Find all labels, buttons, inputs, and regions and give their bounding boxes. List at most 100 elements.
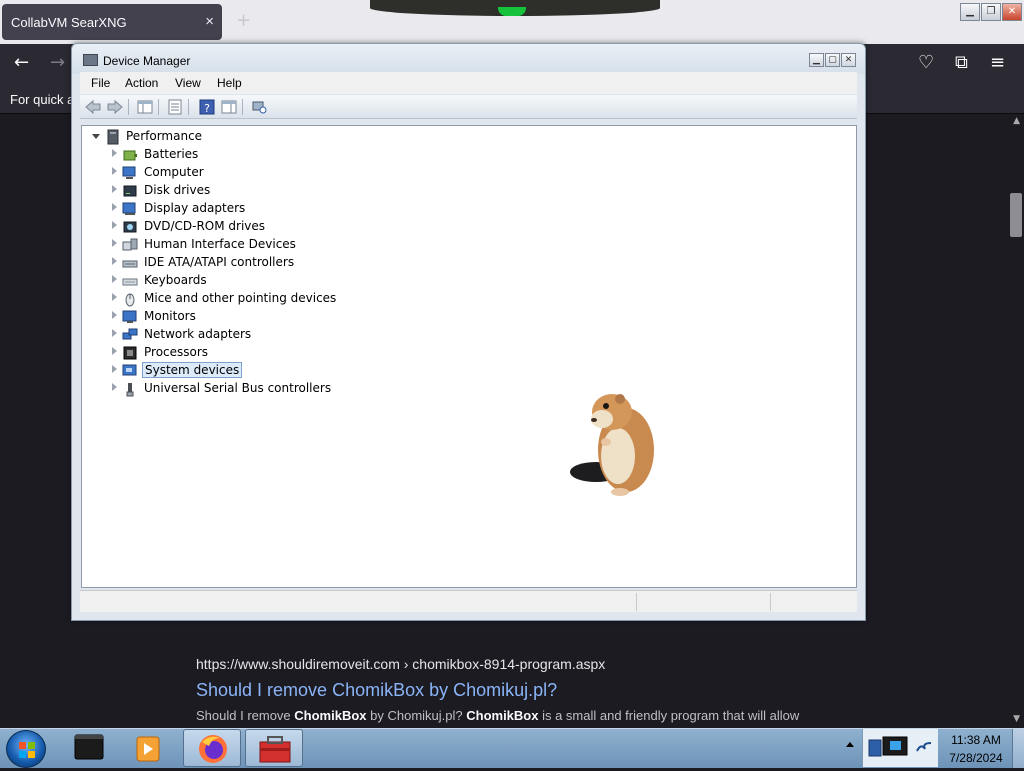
tree-item-label: Universal Serial Bus controllers [144,381,332,395]
show-hide-console-tree-icon[interactable] [136,99,154,115]
expand-arrow-icon[interactable] [112,185,117,193]
device-tree[interactable]: Performance Batteries Computer Disk drives… [81,125,857,588]
toolbar-separator [158,99,159,115]
show-desktop-button[interactable] [1012,729,1024,768]
windows-logo-icon [19,742,35,758]
tree-item-label: Display adapters [144,201,246,215]
keyboard-icon [122,278,138,286]
tree-root-label: Performance [126,129,203,143]
expand-arrow-icon[interactable] [112,239,117,247]
window-controls: ▁ ▢ ✕ [809,53,856,67]
media-player-icon [136,736,160,762]
expand-arrow-icon[interactable] [112,293,117,301]
expand-arrow-icon[interactable] [112,221,117,229]
collapse-arrow-icon[interactable] [92,134,100,139]
tree-item-label: Keyboards [144,273,207,287]
disk-drive-icon [123,185,137,197]
firefox-taskbar-button[interactable] [183,729,241,767]
tree-item-label: Batteries [144,147,199,161]
extensions-icon[interactable]: ⧉ [955,52,968,73]
back-button[interactable]: ← [14,52,29,73]
pocket-icon[interactable]: ♡ [918,52,934,73]
app-menu-icon[interactable]: ≡ [990,52,1005,73]
menu-help[interactable]: Help [217,76,242,90]
device-manager-icon [83,54,98,66]
scrollbar-thumb[interactable] [1010,193,1022,237]
device-manager-window: Device Manager ▁ ▢ ✕ File Action View He… [71,43,866,621]
system-tray-icons [862,729,938,767]
monitor-icon [122,310,137,323]
scroll-down-arrow-icon[interactable]: ▼ [1013,714,1020,724]
toolbar-separator [188,99,189,115]
dm-minimize-button[interactable]: ▁ [809,53,824,67]
status-bar [80,590,857,612]
dm-close-button[interactable]: ✕ [841,53,856,67]
computer-root-icon [107,129,119,145]
tree-item-label: Human Interface Devices [144,237,296,251]
expand-arrow-icon[interactable] [112,383,117,391]
expand-arrow-icon[interactable] [112,329,117,337]
clock-date[interactable]: 7/28/2024 [946,751,1006,765]
expand-arrow-icon[interactable] [112,365,117,373]
expand-arrow-icon[interactable] [112,167,117,175]
show-hidden-icons-chevron-icon[interactable] [846,742,854,747]
close-button[interactable]: ✕ [1002,3,1022,21]
dm-maximize-button[interactable]: ▢ [825,53,840,67]
media-player-taskbar-button[interactable] [120,729,178,767]
browser-window-controls: ▁ ❐ ✕ [960,3,1022,21]
dvd-drive-icon [123,221,137,233]
svg-text:?: ? [204,102,210,115]
scroll-up-arrow-icon[interactable]: ▲ [1013,116,1020,126]
tree-item-label: Disk drives [144,183,211,197]
tree-item-label: Computer [144,165,204,179]
hamster-desktop-pet[interactable] [568,390,660,498]
properties-icon[interactable] [166,99,184,115]
toolbar-separator [242,99,243,115]
usb-icon [126,383,134,397]
menu-action[interactable]: Action [125,76,158,90]
toolbox-taskbar-button[interactable] [245,729,303,767]
expand-arrow-icon[interactable] [112,275,117,283]
vm-banner-indicator [498,7,526,16]
network-adapter-icon [122,328,138,340]
browser-tab[interactable]: CollabVM SearXNG × [2,4,222,40]
status-bar-divider [636,593,637,611]
tree-item-label: IDE ATA/ATAPI controllers [144,255,295,269]
hid-icon [122,238,138,251]
expand-arrow-icon[interactable] [112,311,117,319]
menu-view[interactable]: View [175,76,201,90]
display-adapter-icon [122,202,136,215]
expand-arrow-icon[interactable] [112,347,117,355]
action-center-icon [916,742,932,752]
result-url[interactable]: https://www.shouldiremoveit.com › chomik… [196,656,605,672]
battery-icon [123,150,137,161]
result-title-link[interactable]: Should I remove ChomikBox by Chomikuj.pl… [196,680,557,701]
back-arrow-icon[interactable] [84,99,102,115]
scan-hardware-changes-icon[interactable] [250,99,268,115]
new-tab-button[interactable]: + [236,10,251,31]
forward-arrow-icon[interactable] [106,99,124,115]
device-manager-titlebar[interactable]: Device Manager ▁ ▢ ✕ [72,44,865,74]
expand-arrow-icon[interactable] [112,257,117,265]
tree-item-label: Mice and other pointing devices [144,291,337,305]
menu-file[interactable]: File [91,76,110,90]
start-button[interactable] [6,730,46,768]
tree-item-label: Processors [144,345,209,359]
terminal-taskbar-button[interactable] [60,729,118,767]
terminal-icon [74,734,104,760]
expand-arrow-icon[interactable] [112,149,117,157]
maximize-button[interactable]: ❐ [981,3,1001,21]
minimize-button[interactable]: ▁ [960,3,980,21]
tab-close-icon[interactable]: × [205,13,214,30]
action-pane-icon[interactable] [220,99,238,115]
clock-time[interactable]: 11:38 AM [946,733,1006,747]
forward-button[interactable]: → [50,52,65,73]
result-snippet: Should I remove ChomikBox by Chomikuj.pl… [196,708,800,723]
tab-title: CollabVM SearXNG [11,15,127,30]
status-bar-divider [770,593,771,611]
window-title: Device Manager [103,54,191,68]
toolbar: ? [80,95,857,119]
menu-bar: File Action View Help [80,72,857,94]
help-icon[interactable]: ? [198,99,216,115]
expand-arrow-icon[interactable] [112,203,117,211]
